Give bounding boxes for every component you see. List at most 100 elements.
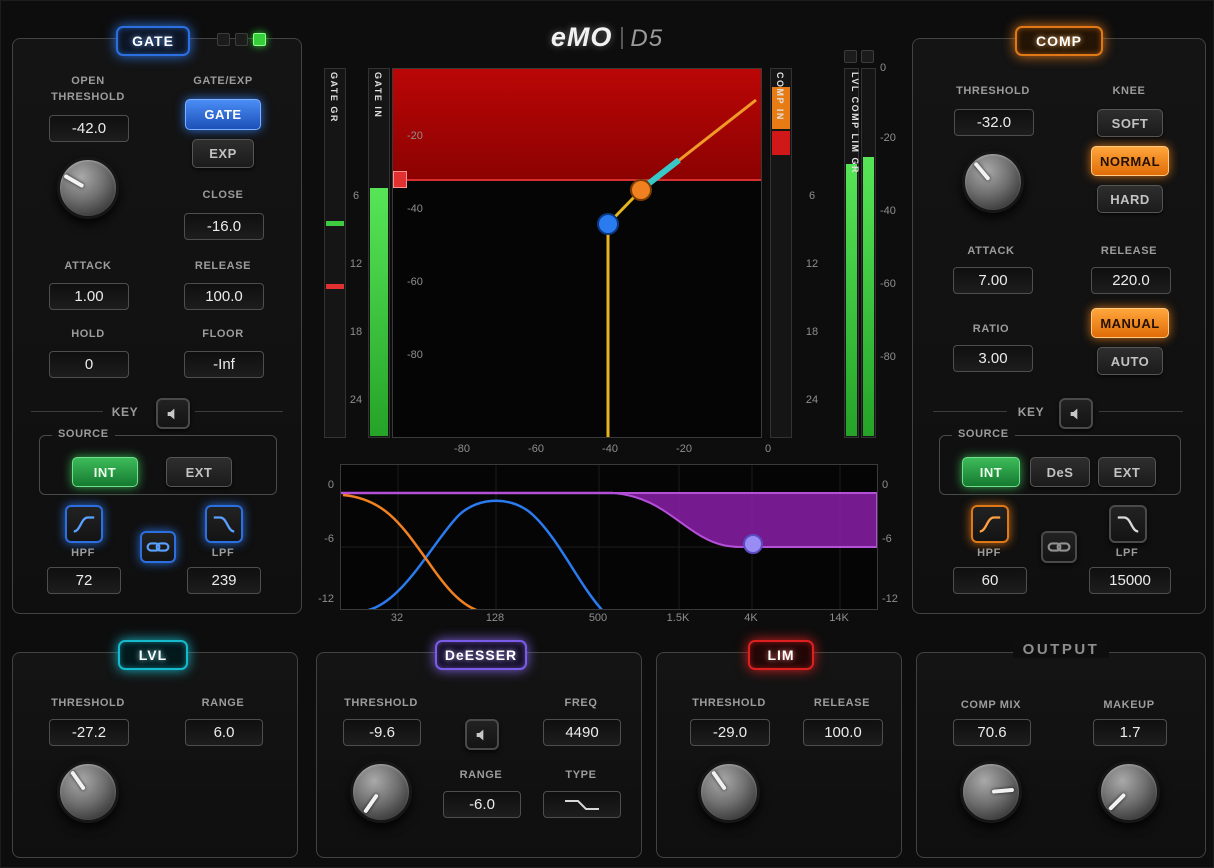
lvl-range-value[interactable]: 6.0 xyxy=(185,719,263,746)
hpf-icon xyxy=(73,516,95,533)
gate-threshold-knob[interactable] xyxy=(57,157,119,219)
comp-hpf-value[interactable]: 60 xyxy=(953,567,1027,594)
gate-hold-value[interactable]: 0 xyxy=(49,351,129,378)
gate-close-value[interactable]: -16.0 xyxy=(184,213,264,240)
comp-knee-normal-button[interactable]: NORMAL xyxy=(1091,146,1169,176)
gr-scale-tick: 12 xyxy=(349,258,363,270)
lim-release-value[interactable]: 100.0 xyxy=(803,719,883,746)
eq-y-tick: -6 xyxy=(324,533,334,545)
lim-release-label: RELEASE xyxy=(813,697,871,709)
comp-attack-value[interactable]: 7.00 xyxy=(953,267,1033,294)
gate-source-int-button[interactable]: INT xyxy=(72,457,138,487)
deesser-threshold-knob[interactable] xyxy=(350,761,412,823)
comp-section-badge[interactable]: COMP xyxy=(1015,26,1103,56)
lim-threshold-value[interactable]: -29.0 xyxy=(690,719,770,746)
comp-source-int-button[interactable]: INT xyxy=(962,457,1020,487)
lvl-section-badge[interactable]: LVL xyxy=(118,640,188,670)
gate-gr-meter-label: GATE GR xyxy=(329,72,339,123)
eq-y-tick: 0 xyxy=(327,479,334,491)
deesser-range-value[interactable]: -6.0 xyxy=(443,791,521,818)
deesser-listen-button[interactable] xyxy=(465,719,499,750)
model-name: D5 xyxy=(630,25,664,52)
emo-d5-plugin-window: eMO D5 GATE OPEN THRESHOLD -42.0 GATE/EXP… xyxy=(0,0,1214,868)
comp-mix-knob[interactable] xyxy=(960,761,1022,823)
comp-threshold-value[interactable]: -32.0 xyxy=(954,109,1034,136)
gate-lpf-value[interactable]: 239 xyxy=(187,567,261,594)
gate-mode-exp-button[interactable]: EXP xyxy=(192,139,254,168)
deesser-threshold-value[interactable]: -9.6 xyxy=(343,719,421,746)
graph-x-tick: 0 xyxy=(764,443,772,455)
lvl-range-label: RANGE xyxy=(201,697,245,709)
gate-open-marker xyxy=(326,221,344,226)
comp-key-listen-button[interactable] xyxy=(1059,398,1093,429)
eq-x-tick: 4K xyxy=(744,612,758,624)
comp-mix-label: COMP MIX xyxy=(960,699,1022,711)
comp-mix-value[interactable]: 70.6 xyxy=(953,719,1031,746)
makeup-label: MAKEUP xyxy=(1103,699,1155,711)
gate-attack-label: ATTACK xyxy=(64,260,112,272)
comp-threshold-node[interactable] xyxy=(630,179,652,201)
deesser-freq-node[interactable] xyxy=(743,534,763,554)
comp-knee-hard-button[interactable]: HARD xyxy=(1097,185,1163,213)
speaker-icon xyxy=(476,729,484,740)
gate-panel: GATE OPEN THRESHOLD -42.0 GATE/EXP GATE … xyxy=(12,26,302,614)
comp-hpf-button[interactable] xyxy=(971,505,1009,543)
deesser-freq-value[interactable]: 4490 xyxy=(543,719,621,746)
comp-source-des-button[interactable]: DeS xyxy=(1030,457,1090,487)
eq-y-tick: 0 xyxy=(882,479,889,491)
output-title-text: OUTPUT xyxy=(1012,641,1110,658)
gate-mode-gate-button[interactable]: GATE xyxy=(185,99,261,130)
gate-lpf-button[interactable] xyxy=(205,505,243,543)
dynamics-transfer-graph[interactable]: -20 -40 -60 -80 xyxy=(392,68,762,438)
deesser-type-selector[interactable] xyxy=(543,791,621,818)
output-section-title: OUTPUT xyxy=(917,641,1205,659)
lvl-threshold-knob[interactable] xyxy=(57,761,119,823)
comp-knee-label: KNEE xyxy=(1112,85,1146,97)
gate-sidechain-band-curve xyxy=(366,499,603,609)
gate-section-badge[interactable]: GATE xyxy=(116,26,190,56)
deesser-freq-label: FREQ xyxy=(564,697,598,709)
db-scale-tick: -80 xyxy=(880,351,896,363)
gate-hpf-button[interactable] xyxy=(65,505,103,543)
brand-logo: eMO xyxy=(550,22,613,52)
deesser-section-badge[interactable]: DeESSER xyxy=(435,640,527,670)
divider xyxy=(1099,411,1183,412)
gate-source-ext-button[interactable]: EXT xyxy=(166,457,232,487)
gr-scale-tick: 18 xyxy=(805,326,819,338)
gate-filter-link-button[interactable] xyxy=(140,531,176,563)
eq-x-tick: 14K xyxy=(829,612,849,624)
gate-in-meter-label: GATE IN xyxy=(373,72,383,119)
eq-y-tick: -12 xyxy=(882,593,898,605)
graph-x-tick: -40 xyxy=(602,443,618,455)
comp-release-auto-button[interactable]: AUTO xyxy=(1097,347,1163,375)
comp-lpf-button[interactable] xyxy=(1109,505,1147,543)
comp-knee-soft-button[interactable]: SOFT xyxy=(1097,109,1163,137)
gate-threshold-node[interactable] xyxy=(597,213,619,235)
gate-key-listen-button[interactable] xyxy=(156,398,190,429)
gate-hpf-value[interactable]: 72 xyxy=(47,567,121,594)
makeup-knob[interactable] xyxy=(1098,761,1160,823)
gate-attack-value[interactable]: 1.00 xyxy=(49,283,129,310)
lpf-icon xyxy=(213,516,235,533)
eq-x-tick: 1.5K xyxy=(666,612,690,624)
comp-release-value[interactable]: 220.0 xyxy=(1091,267,1171,294)
lim-threshold-knob[interactable] xyxy=(698,761,760,823)
comp-ratio-value[interactable]: 3.00 xyxy=(953,345,1033,372)
lim-section-badge[interactable]: LIM xyxy=(748,640,814,670)
lpf-icon xyxy=(1117,516,1139,533)
gate-floor-value[interactable]: -Inf xyxy=(184,351,264,378)
divider xyxy=(31,411,103,412)
filter-frequency-graph[interactable] xyxy=(340,464,878,610)
comp-release-manual-button[interactable]: MANUAL xyxy=(1091,308,1169,338)
comp-lpf-value[interactable]: 15000 xyxy=(1089,567,1171,594)
makeup-value[interactable]: 1.7 xyxy=(1093,719,1167,746)
comp-source-ext-button[interactable]: EXT xyxy=(1098,457,1156,487)
comp-filter-link-button[interactable] xyxy=(1041,531,1077,563)
gate-open-threshold-value[interactable]: -42.0 xyxy=(49,115,129,142)
comp-threshold-knob[interactable] xyxy=(962,151,1024,213)
eq-y-tick: -6 xyxy=(882,533,892,545)
lvl-threshold-value[interactable]: -27.2 xyxy=(49,719,129,746)
gate-release-value[interactable]: 100.0 xyxy=(184,283,264,310)
comp-hpf-label: HPF xyxy=(977,547,1001,559)
output-panel: OUTPUT COMP MIX 70.6 MAKEUP 1.7 xyxy=(916,641,1206,858)
